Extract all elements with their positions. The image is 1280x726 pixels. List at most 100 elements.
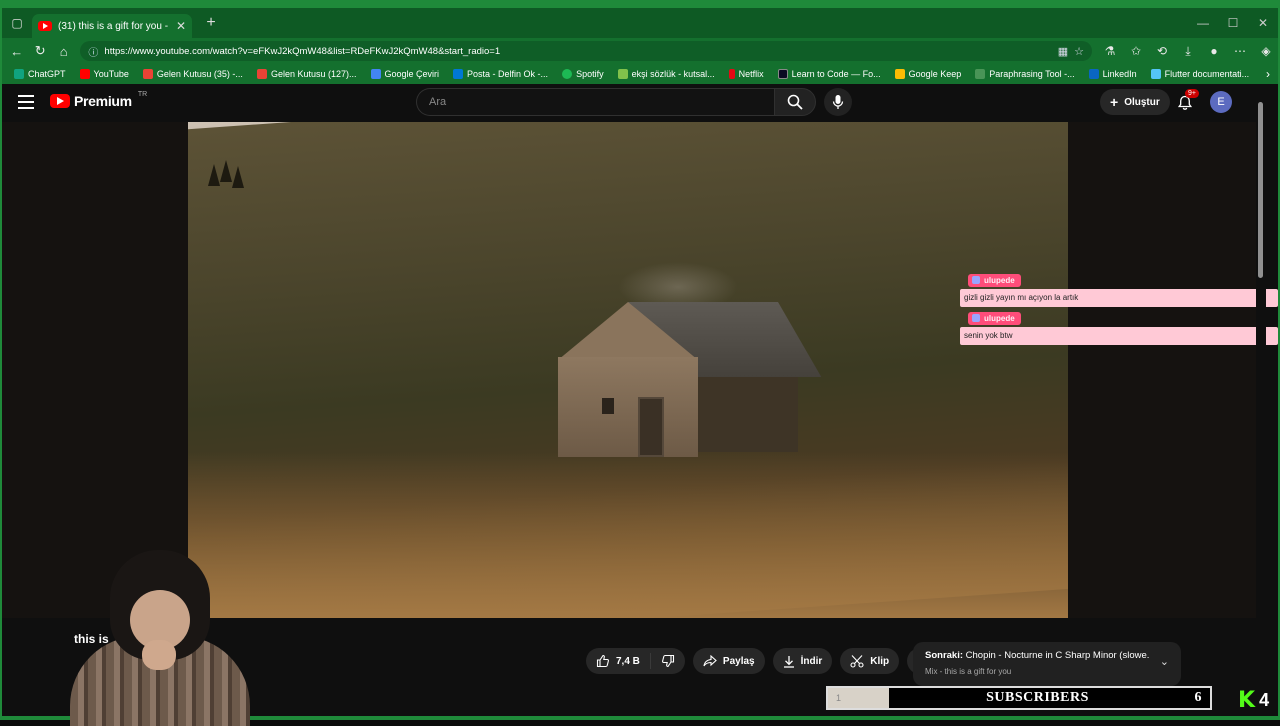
voice-search-button[interactable] (824, 88, 852, 116)
kick-logo-icon: K (1238, 688, 1256, 713)
like-button[interactable]: 7,4 B (586, 653, 651, 669)
subscriber-label: SUBSCRIBERS (986, 690, 1089, 705)
outlook-icon (453, 69, 464, 79)
bookmark-eksi[interactable]: ekşi sözlük - kutsal... (612, 64, 721, 84)
tab-actions-icon[interactable]: ▢ (2, 8, 32, 38)
youtube-favicon-icon (38, 21, 52, 31)
cottage-gable (558, 302, 698, 360)
favorite-star-icon[interactable]: ☆ (1074, 45, 1084, 58)
menu-icon[interactable] (18, 95, 34, 109)
cottage-side-wall (698, 377, 798, 452)
microphone-icon (832, 95, 844, 109)
chat-message: ulupede gizli gizli yayın mı açıyon la a… (960, 270, 1278, 307)
logo-text: Premium (74, 93, 132, 109)
clip-label: Klip (870, 655, 890, 667)
create-button[interactable]: + Oluştur (1100, 89, 1170, 115)
webcam-overlay (70, 540, 250, 726)
freecodecamp-icon (777, 69, 788, 79)
subscriber-goal-bar: 1 SUBSCRIBERS 6 (826, 686, 1212, 710)
bookmark-linkedin[interactable]: LinkedIn (1083, 64, 1143, 84)
copilot-icon[interactable]: ◈ (1254, 44, 1278, 59)
bookmark-gmail-2[interactable]: Gelen Kutusu (127)... (251, 64, 363, 84)
page-scrollbar[interactable] (1256, 84, 1266, 716)
create-label: Oluştur (1124, 96, 1160, 108)
history-icon[interactable]: ⟲ (1150, 44, 1174, 59)
search-button[interactable] (774, 88, 816, 116)
scissors-icon (850, 655, 864, 668)
translate-icon (370, 69, 381, 79)
like-count: 7,4 B (616, 655, 640, 667)
download-button[interactable]: İndir (772, 648, 833, 674)
chat-text: senin yok btw (960, 327, 1278, 345)
up-next-card[interactable]: Sonraki: Chopin - Nocturne in C Sharp Mi… (913, 642, 1181, 686)
eksi-icon (617, 69, 628, 79)
bookmark-chatgpt[interactable]: ChatGPT (8, 64, 72, 84)
tab-youtube[interactable]: (31) this is a gift for you - YouTube ✕ (32, 14, 192, 38)
bookmark-flutter[interactable]: Flutter documentati... (1145, 64, 1256, 84)
bookmark-gmail-1[interactable]: Gelen Kutusu (35) -... (137, 64, 249, 84)
bookmark-netflix[interactable]: Netflix (723, 64, 770, 84)
video-player[interactable] (188, 122, 1068, 618)
chevron-down-icon[interactable]: ⌄ (1160, 655, 1169, 668)
like-dislike-group: 7,4 B (586, 648, 685, 674)
chat-username: ulupede (968, 274, 1021, 287)
new-tab-button[interactable]: + (198, 14, 224, 32)
share-icon (703, 655, 717, 667)
share-label: Paylaş (722, 655, 755, 667)
share-button[interactable]: Paylaş (692, 648, 765, 674)
back-icon[interactable]: ← (6, 44, 27, 59)
netflix-icon (728, 69, 735, 79)
close-tab-icon[interactable]: ✕ (176, 19, 186, 33)
close-window-icon[interactable]: ✕ (1248, 16, 1278, 30)
spotify-icon (562, 69, 573, 79)
bookmark-outlook[interactable]: Posta - Delfin Ok -... (447, 64, 554, 84)
toolbar: ⚗ ✩ ⟲ ⤓ ● ⋯ ◈ (1098, 44, 1278, 59)
profile-icon[interactable]: ● (1202, 44, 1226, 59)
up-next-title: Sonraki: Chopin - Nocturne in C Sharp Mi… (925, 650, 1149, 661)
downloads-icon[interactable]: ⤓ (1176, 44, 1200, 59)
up-next-subtitle: Mix - this is a gift for you (925, 667, 1012, 676)
subscriber-progress: 1 (828, 688, 889, 708)
bookmark-keep[interactable]: Google Keep (889, 64, 968, 84)
youtube-logo[interactable]: Premium TR (50, 90, 148, 109)
scrollbar-thumb[interactable] (1258, 102, 1263, 278)
bookmark-freecodecamp[interactable]: Learn to Code — Fo... (772, 64, 887, 84)
favorites-icon[interactable]: ✩ (1124, 44, 1148, 59)
flutter-icon (1150, 69, 1161, 79)
bookmark-spotify[interactable]: Spotify (556, 64, 610, 84)
cottage-door (638, 397, 664, 457)
youtube-play-icon (50, 94, 70, 108)
bookmark-translate[interactable]: Google Çeviri (365, 64, 446, 84)
search-input[interactable]: Ara (416, 88, 774, 116)
cottage-front-wall (558, 357, 698, 457)
tab-title: (31) this is a gift for you - YouTube (58, 20, 170, 32)
extension-icon[interactable]: ⚗ (1098, 44, 1122, 59)
bookmark-paraphrasing[interactable]: Paraphrasing Tool -... (969, 64, 1080, 84)
youtube-icon (79, 69, 90, 79)
refresh-icon[interactable]: ↻ (29, 43, 50, 59)
account-avatar[interactable]: E (1210, 91, 1232, 113)
maximize-icon[interactable]: ☐ (1218, 16, 1248, 30)
tree-shape (220, 160, 232, 182)
webcam-person-hand (142, 640, 176, 670)
minimize-icon[interactable]: — (1188, 16, 1218, 30)
app-available-icon[interactable]: ▦ (1058, 45, 1068, 58)
kick-count: 4 (1259, 690, 1270, 710)
tab-bar: ▢ (31) this is a gift for you - YouTube … (2, 8, 1278, 38)
window-controls: — ☐ ✕ (1188, 8, 1278, 38)
chat-username: ulupede (968, 312, 1021, 325)
url-text: https://www.youtube.com/watch?v=eFKwJ2kQ… (104, 45, 501, 57)
quillbot-icon (975, 69, 986, 79)
gmail-icon (142, 69, 153, 79)
thumbs-up-icon (596, 654, 609, 668)
kick-counter: K 4 (1238, 688, 1269, 713)
clip-button[interactable]: Klip (840, 648, 900, 674)
address-bar[interactable]: ⓘ https://www.youtube.com/watch?v=eFKwJ2… (80, 41, 1092, 61)
bookmark-youtube[interactable]: YouTube (74, 64, 135, 84)
site-info-icon[interactable]: ⓘ (88, 44, 98, 59)
menu-dots-icon[interactable]: ⋯ (1228, 44, 1252, 59)
bookmarks-more-icon[interactable]: › (1266, 64, 1270, 84)
home-icon[interactable]: ⌂ (53, 44, 74, 59)
region-code: TR (137, 90, 148, 98)
dislike-button[interactable] (651, 654, 685, 668)
